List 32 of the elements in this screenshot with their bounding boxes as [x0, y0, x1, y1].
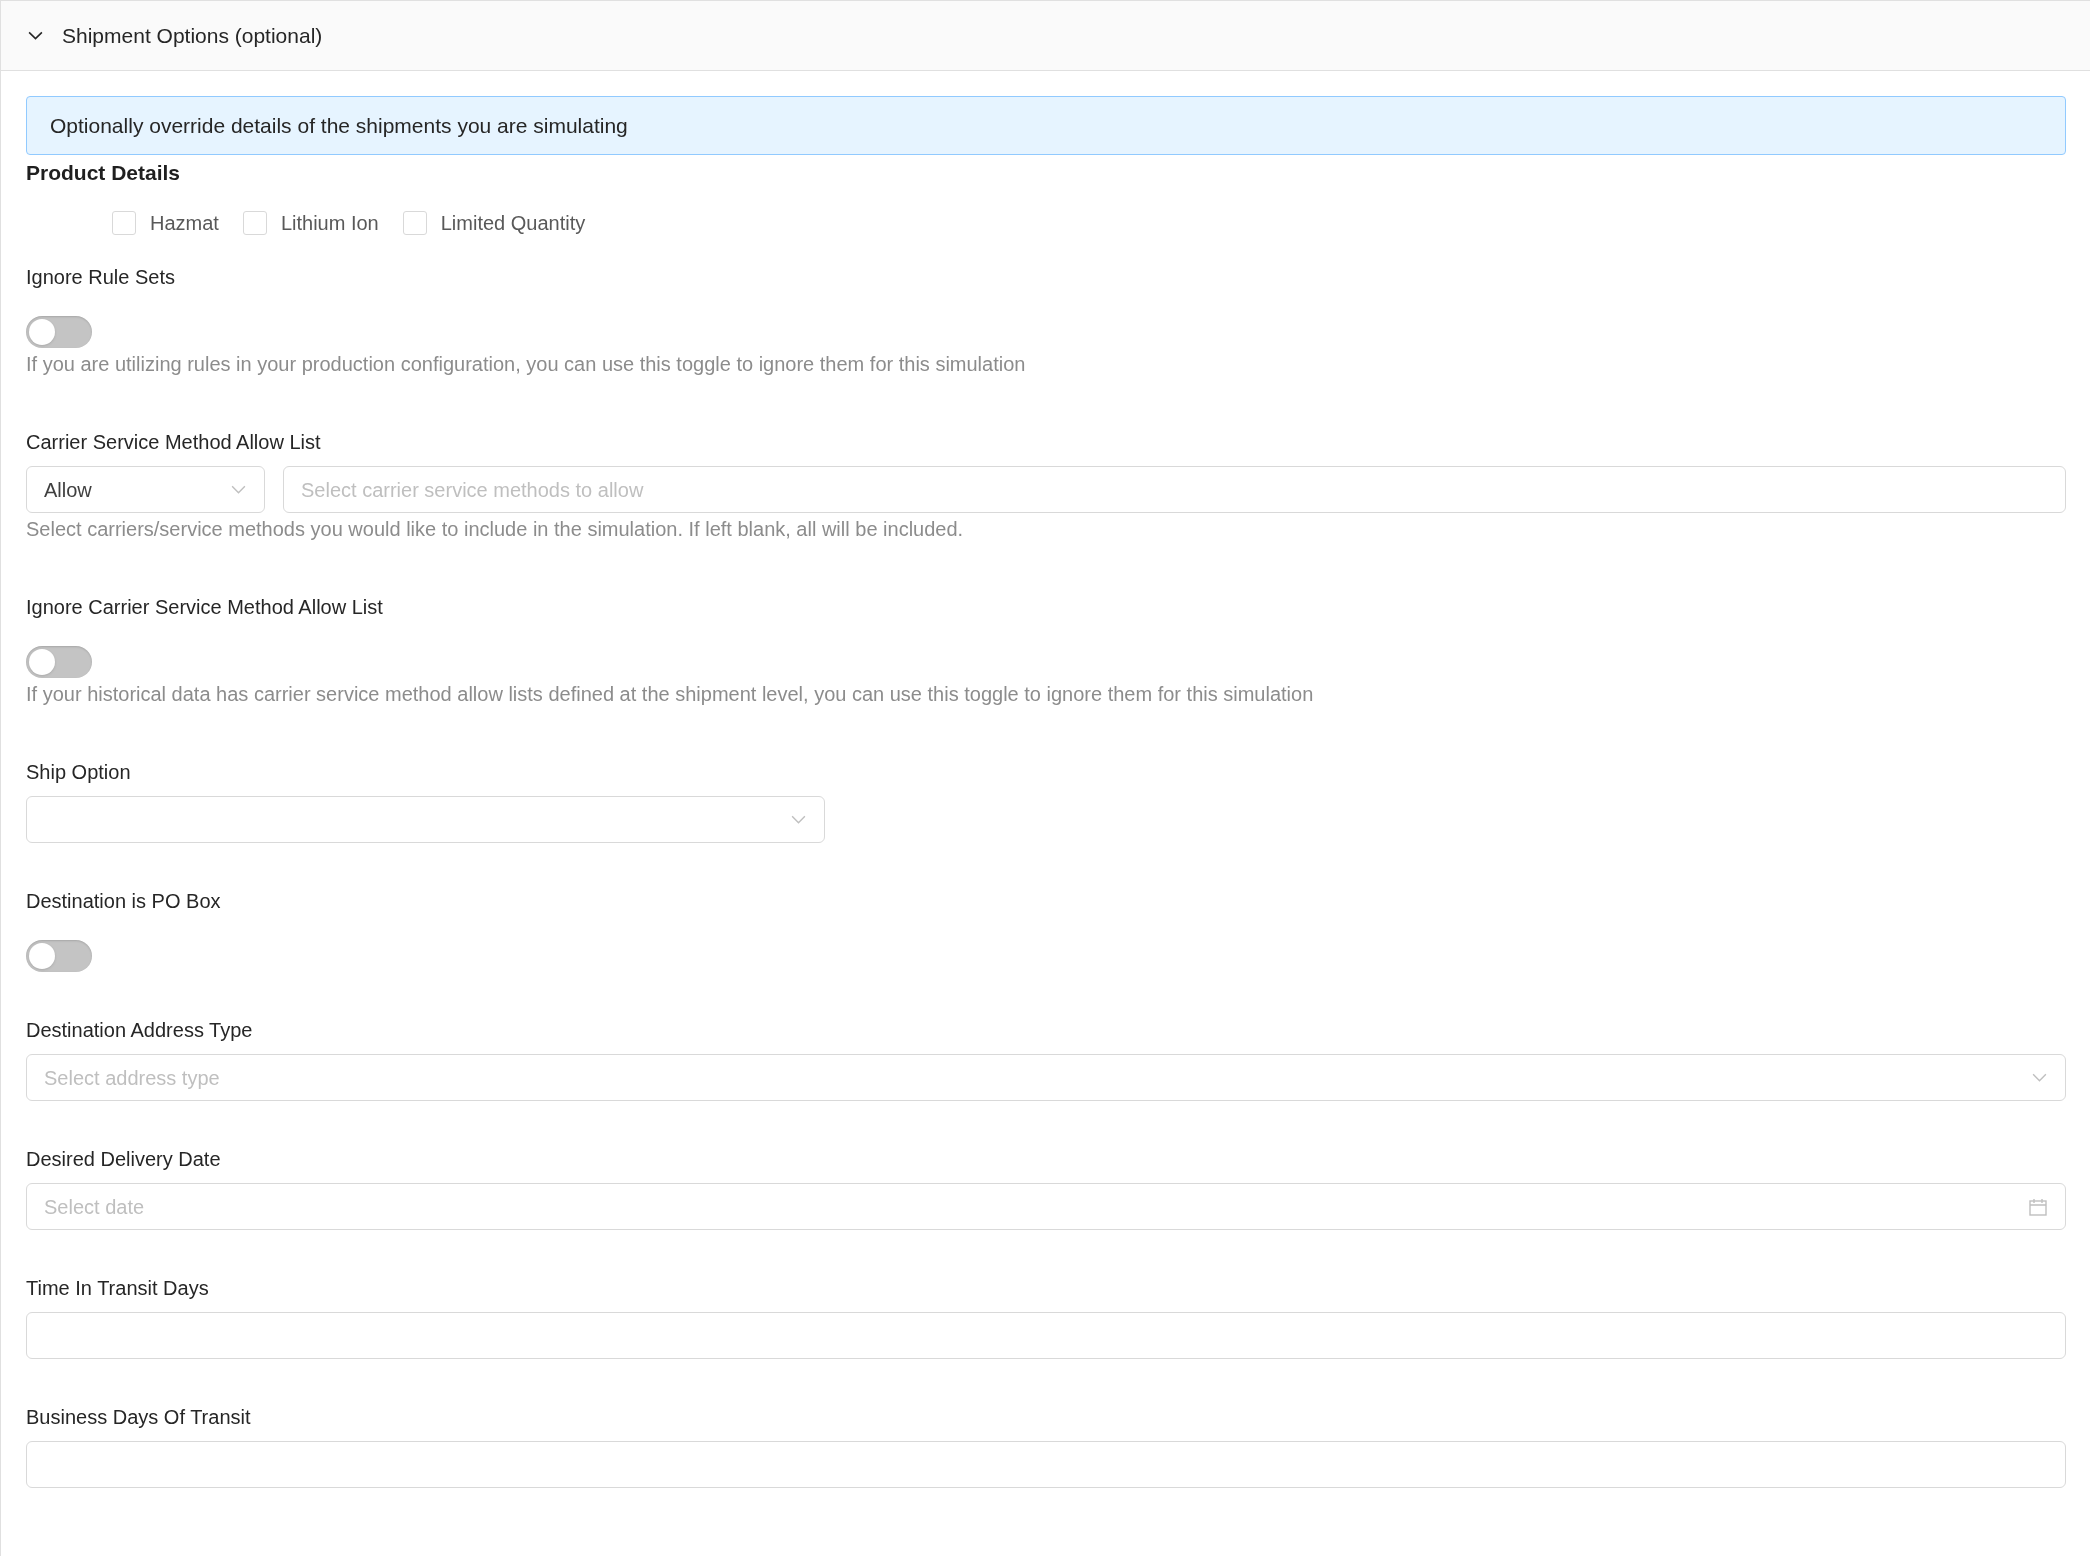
checkbox-label: Hazmat	[150, 211, 219, 236]
info-banner: Optionally override details of the shipments you are simulating	[26, 96, 2066, 155]
date-field[interactable]: Select date	[26, 1183, 2066, 1230]
section-heading: Product Details	[26, 160, 182, 186]
text-input[interactable]	[26, 1441, 2066, 1488]
field-label: Ignore Rule Sets	[26, 265, 176, 290]
toggle-switch[interactable]	[26, 940, 92, 972]
select-field[interactable]	[26, 796, 825, 843]
mode-select[interactable]: Allow	[26, 466, 265, 513]
field-label: Business Days Of Transit	[26, 1405, 252, 1430]
help-text: If you are utilizing rules in your production configuration, you can use this toggle to ignore them for this simulation	[26, 352, 1027, 377]
help-text: If your historical data has carrier service method allow lists defined at the shipment level, you can use this toggle to ignore them for this simulation	[26, 682, 1315, 707]
select-field[interactable]: Select address type	[26, 1054, 2066, 1101]
text-input[interactable]	[26, 1312, 2066, 1359]
field-label: Carrier Service Method Allow List	[26, 430, 322, 455]
carrier-method-select[interactable]: Select carrier service methods to allow	[283, 466, 2066, 513]
checkbox[interactable]	[402, 211, 427, 235]
calendar-icon	[2028, 1196, 2048, 1217]
field-label: Ignore Carrier Service Method Allow List	[26, 595, 384, 620]
panel-header[interactable]: Shipment Options (optional)	[1, 1, 2090, 71]
field-label: Desired Delivery Date	[26, 1147, 222, 1172]
field-label: Ship Option	[26, 760, 132, 785]
field-label: Destination is PO Box	[26, 889, 222, 914]
field-label: Time In Transit Days	[26, 1276, 210, 1301]
toggle-switch[interactable]	[26, 316, 92, 348]
checkbox[interactable]	[112, 211, 136, 235]
field-label: Destination Address Type	[26, 1018, 254, 1043]
help-text: Select carriers/service methods you would like to include in the simulation. If left blank, all will be included.	[26, 517, 965, 542]
checkbox-label: Lithium Ion	[280, 211, 379, 236]
checkbox-label: Limited Quantity	[440, 211, 586, 236]
checkbox[interactable]	[242, 211, 267, 235]
toggle-switch[interactable]	[26, 646, 92, 678]
